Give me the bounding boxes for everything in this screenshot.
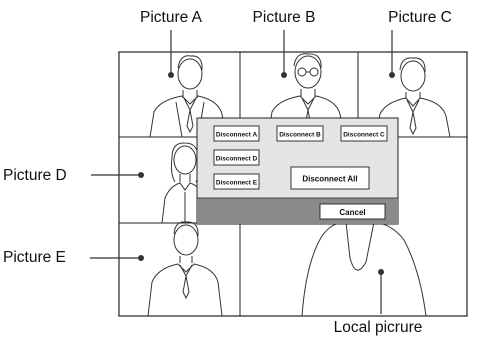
- diagram-canvas: Picture A Picture B Picture C Picture D …: [3, 9, 468, 336]
- leader-a-dot: [168, 72, 174, 78]
- disconnect-all-button[interactable]: Disconnect All: [290, 166, 370, 190]
- disconnect-all-label: Disconnect All: [302, 175, 357, 184]
- callout-picture-a: Picture A: [140, 9, 203, 26]
- disconnect-dialog: Disconnect A Disconnect B Disconnect C D…: [196, 117, 399, 225]
- disconnect-b-label: Disconnect B: [279, 132, 321, 139]
- callout-picture-d: Picture D: [3, 167, 67, 184]
- disconnect-b-button[interactable]: Disconnect B: [276, 125, 324, 142]
- disconnect-c-button[interactable]: Disconnect C: [340, 125, 388, 142]
- leader-e-dot: [138, 255, 144, 261]
- disconnect-d-button[interactable]: Disconnect D: [213, 149, 260, 166]
- leader-d-dot: [138, 172, 144, 178]
- disconnect-a-label: Disconnect A: [216, 132, 258, 139]
- leader-b-dot: [281, 72, 287, 78]
- disconnect-d-label: Disconnect D: [216, 156, 258, 163]
- leader-local-dot: [378, 269, 384, 275]
- cancel-label: Cancel: [339, 208, 365, 217]
- cancel-button[interactable]: Cancel: [319, 203, 386, 220]
- leader-c-dot: [389, 72, 395, 78]
- disconnect-e-button[interactable]: Disconnect E: [213, 173, 260, 190]
- callout-local-picture: Local picrure: [334, 319, 423, 336]
- disconnect-a-button[interactable]: Disconnect A: [213, 125, 260, 142]
- callout-picture-c: Picture C: [388, 9, 452, 26]
- disconnect-c-label: Disconnect C: [343, 132, 385, 139]
- callout-picture-e: Picture E: [3, 249, 66, 266]
- callout-picture-b: Picture B: [253, 9, 316, 26]
- disconnect-e-label: Disconnect E: [216, 180, 258, 187]
